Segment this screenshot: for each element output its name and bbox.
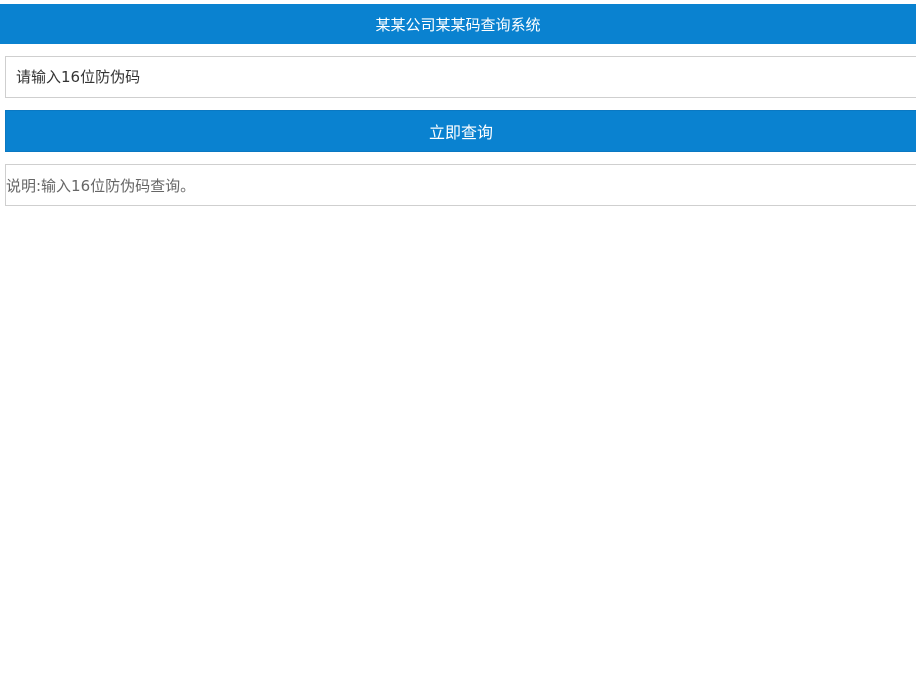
page-title: 某某公司某某码查询系统	[375, 15, 541, 34]
code-input-wrapper	[5, 56, 916, 98]
instructions-box: 说明:输入16位防伪码查询。	[5, 164, 916, 206]
query-now-button[interactable]: 立即查询	[5, 110, 916, 152]
instructions-text: 说明:输入16位防伪码查询。	[6, 176, 196, 195]
anti-counterfeit-code-input[interactable]	[5, 56, 916, 98]
page-header: 某某公司某某码查询系统	[0, 4, 916, 44]
page: 某某公司某某码查询系统 立即查询 说明:输入16位防伪码查询。	[0, 0, 916, 673]
